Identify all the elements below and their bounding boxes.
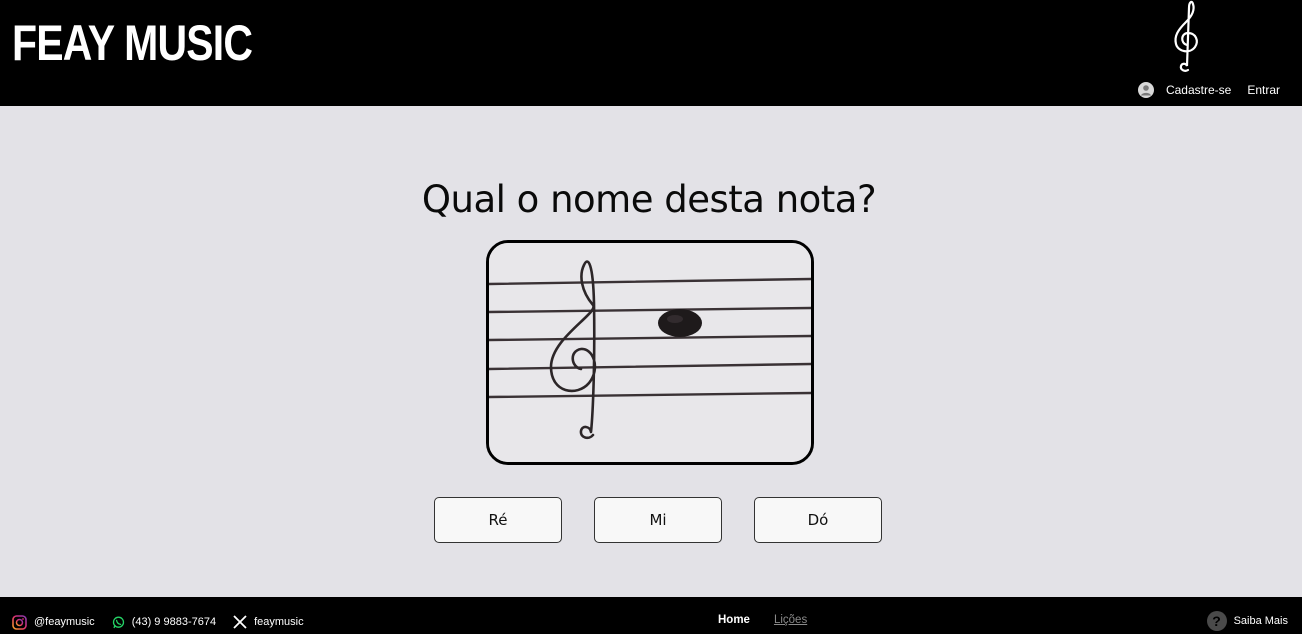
x-handle: feaymusic	[254, 616, 304, 628]
help-label: Saiba Mais	[1233, 615, 1288, 627]
footer-nav: Home Lições	[718, 614, 807, 626]
user-circle-icon	[1137, 82, 1154, 98]
answer-button-do[interactable]: Dó	[754, 497, 882, 543]
note-image-card	[486, 240, 814, 465]
question-icon: ?	[1206, 611, 1227, 631]
nav-licoes-link[interactable]: Lições	[774, 614, 807, 626]
instagram-icon	[12, 614, 27, 630]
x-icon	[233, 615, 247, 629]
social-links: @feaymusic (43) 9 9883-7674 feaymusic	[12, 613, 321, 631]
site-header: FEAY MUSIC Cadastre-se Entrar	[0, 0, 1302, 106]
site-footer: @feaymusic (43) 9 9883-7674 feaymusic Ho…	[0, 597, 1302, 634]
instagram-handle: @feaymusic	[34, 616, 95, 628]
nav-home-link[interactable]: Home	[718, 614, 750, 626]
treble-clef-staff-note-image	[489, 243, 811, 462]
help-link[interactable]: ? Saiba Mais	[1206, 611, 1288, 631]
question-title: Qual o nome desta nota?	[421, 178, 877, 221]
auth-links: Cadastre-se Entrar	[1137, 81, 1280, 99]
x-link[interactable]: feaymusic	[233, 615, 304, 629]
whatsapp-icon	[112, 616, 124, 628]
brand-logo-text[interactable]: FEAY MUSIC	[12, 14, 253, 72]
whatsapp-link[interactable]: (43) 9 9883-7674	[112, 616, 216, 629]
login-link[interactable]: Entrar	[1247, 83, 1280, 97]
instagram-link[interactable]: @feaymusic	[12, 614, 95, 630]
treble-clef-icon	[1174, 0, 1198, 72]
answer-button-mi[interactable]: Mi	[594, 497, 722, 543]
signup-link[interactable]: Cadastre-se	[1166, 83, 1231, 97]
whatsapp-number: (43) 9 9883-7674	[131, 616, 217, 628]
answer-options: Ré Mi Dó	[434, 497, 882, 543]
answer-button-re[interactable]: Ré	[434, 497, 562, 543]
